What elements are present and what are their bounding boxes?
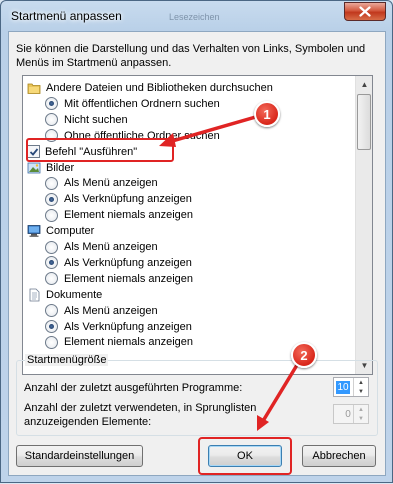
dialog-window: Startmenü anpassen Lesezeichen Sie könne… bbox=[0, 0, 393, 483]
arrow-2-line bbox=[261, 364, 299, 422]
badge-1-number: 1 bbox=[263, 106, 271, 122]
annotation-arrows bbox=[159, 114, 299, 431]
arrow-1-line bbox=[168, 114, 260, 144]
badge-2-number: 2 bbox=[300, 347, 308, 363]
annotation-badge-1: 1 bbox=[254, 101, 280, 127]
annotation-badge-2: 2 bbox=[291, 342, 317, 368]
arrow-1-head bbox=[159, 133, 176, 147]
